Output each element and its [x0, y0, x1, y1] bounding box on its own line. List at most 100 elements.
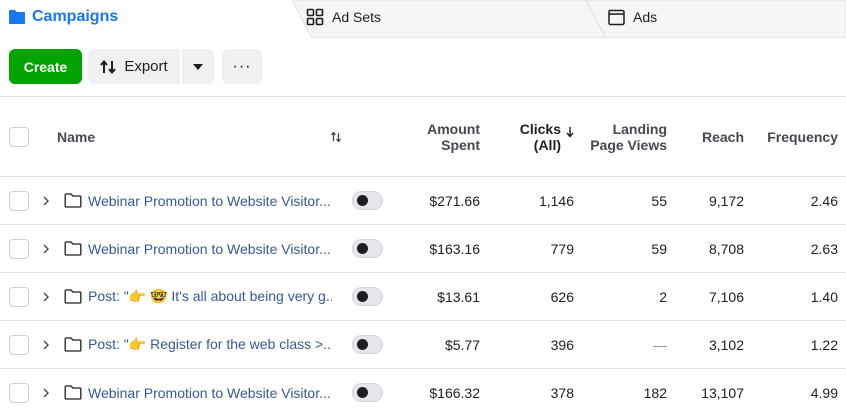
- more-icon: ···: [232, 57, 252, 75]
- clicks-value: 1,146: [538, 192, 574, 209]
- table-row[interactable]: Webinar Promotion to Website Visitor... …: [0, 225, 846, 273]
- row-checkbox[interactable]: [9, 382, 29, 403]
- export-button[interactable]: Export: [88, 49, 180, 84]
- tab-shapes: [0, 0, 846, 38]
- toggle-knob: [357, 387, 368, 398]
- tab-ad-sets[interactable]: Ad Sets: [306, 7, 381, 27]
- col-landing-page-views[interactable]: Landing Page Views: [570, 97, 667, 176]
- col-amount-spent-line2: Spent: [441, 136, 480, 153]
- export-label: Export: [124, 58, 168, 75]
- campaign-name-link[interactable]: Webinar Promotion to Website Visitor...: [88, 193, 331, 209]
- clicks-cell: 1,146: [480, 177, 574, 224]
- tab-ad-sets-label: Ad Sets: [332, 9, 382, 25]
- reach-value: 7,106: [708, 288, 744, 305]
- expand-chevron-icon[interactable]: [41, 273, 51, 320]
- tab-ads[interactable]: Ads: [608, 7, 657, 27]
- delivery-toggle[interactable]: [352, 287, 383, 306]
- table-row[interactable]: Webinar Promotion to Website Visitor... …: [0, 177, 846, 225]
- table-row[interactable]: Post: "👉 Register for the web class >...…: [0, 321, 846, 369]
- toggle-knob: [357, 339, 368, 350]
- campaign-name-link[interactable]: Webinar Promotion to Website Visitor...: [88, 241, 331, 257]
- amount-spent-value: $163.16: [429, 240, 480, 257]
- delivery-toggle[interactable]: [352, 383, 383, 402]
- row-checkbox[interactable]: [9, 238, 29, 259]
- campaign-folder-icon: [64, 321, 82, 368]
- amount-spent-cell: $166.32: [380, 369, 480, 410]
- frequency-cell: 1.40: [750, 273, 838, 320]
- campaign-name-link[interactable]: Post: "👉 🤓 It's all about being very g..…: [88, 288, 332, 305]
- sort-icon: [330, 130, 342, 143]
- landing-page-views-cell: 182: [570, 369, 667, 410]
- table-header: Name Amount Spent Clicks (All) Landing Page…: [0, 96, 846, 177]
- toggle-knob: [357, 243, 368, 254]
- frequency-value: 1.22: [810, 336, 838, 353]
- create-button[interactable]: Create: [9, 49, 82, 84]
- reach-cell: 8,708: [670, 225, 744, 272]
- expand-chevron-icon[interactable]: [41, 369, 51, 410]
- col-name[interactable]: Name: [57, 97, 95, 176]
- delivery-toggle-cell: [352, 369, 383, 410]
- col-clicks-line2: (All): [533, 136, 561, 153]
- table-row[interactable]: Webinar Promotion to Website Visitor... …: [0, 369, 846, 410]
- campaign-name-cell: Webinar Promotion to Website Visitor...: [88, 177, 331, 224]
- amount-spent-value: $166.32: [429, 384, 480, 401]
- level-tabs: Campaigns Ad Sets Ads: [0, 0, 846, 38]
- col-frequency[interactable]: Frequency: [750, 97, 838, 176]
- amount-spent-cell: $5.77: [380, 321, 480, 368]
- frequency-cell: 1.22: [750, 321, 838, 368]
- landing-page-views-value: 59: [651, 240, 667, 257]
- landing-page-views-cell: 2: [570, 273, 667, 320]
- campaign-name-link[interactable]: Post: "👉 Register for the web class >...: [88, 336, 332, 353]
- row-checkbox[interactable]: [9, 286, 29, 307]
- select-all-checkbox[interactable]: [9, 126, 29, 147]
- frequency-value: 1.40: [810, 288, 838, 305]
- row-select-cell: [9, 369, 29, 410]
- reach-cell: 9,172: [670, 177, 744, 224]
- expand-chevron-icon[interactable]: [41, 321, 51, 368]
- caret-down-icon: [193, 63, 203, 70]
- delivery-toggle[interactable]: [352, 191, 383, 210]
- amount-spent-value: $13.61: [437, 288, 480, 305]
- select-all-cell: [9, 97, 29, 176]
- col-lpv-line2: Page Views: [590, 136, 667, 153]
- col-reach[interactable]: Reach: [670, 97, 744, 176]
- expand-chevron-icon[interactable]: [41, 225, 51, 272]
- amount-spent-cell: $163.16: [380, 225, 480, 272]
- frequency-value: 2.46: [810, 192, 838, 209]
- amount-spent-value: $271.66: [429, 192, 480, 209]
- delivery-toggle[interactable]: [352, 239, 383, 258]
- amount-spent-cell: $271.66: [380, 177, 480, 224]
- row-select-cell: [9, 273, 29, 320]
- campaign-name-link[interactable]: Webinar Promotion to Website Visitor...: [88, 385, 331, 401]
- col-reach-label: Reach: [701, 128, 744, 145]
- folder-icon: [9, 10, 25, 24]
- delivery-toggle-cell: [352, 225, 383, 272]
- clicks-cell: 626: [480, 273, 574, 320]
- landing-page-views-cell: —: [570, 321, 667, 368]
- toolbar: Create Export ···: [9, 49, 262, 85]
- landing-page-views-value: —: [653, 336, 667, 353]
- campaign-name-cell: Post: "👉 Register for the web class >...: [88, 321, 332, 368]
- row-checkbox[interactable]: [9, 190, 29, 211]
- delivery-toggle[interactable]: [352, 335, 383, 354]
- table-row[interactable]: Post: "👉 🤓 It's all about being very g..…: [0, 273, 846, 321]
- more-options-button[interactable]: ···: [222, 49, 262, 84]
- row-select-cell: [9, 321, 29, 368]
- col-amount-spent[interactable]: Amount Spent: [380, 97, 480, 176]
- landing-page-views-value: 2: [659, 288, 667, 305]
- reach-value: 9,172: [708, 192, 744, 209]
- delivery-toggle-cell: [352, 177, 383, 224]
- col-clicks-line1: Clicks: [519, 120, 561, 137]
- col-name-sort[interactable]: [330, 97, 342, 176]
- frequency-value: 2.63: [810, 240, 838, 257]
- campaign-folder-icon: [64, 177, 82, 224]
- clicks-cell: 396: [480, 321, 574, 368]
- landing-page-views-value: 182: [643, 384, 667, 401]
- campaign-folder-icon: [64, 369, 82, 410]
- col-clicks[interactable]: Clicks (All): [480, 97, 575, 176]
- row-checkbox[interactable]: [9, 334, 29, 355]
- col-lpv-line1: Landing: [612, 120, 667, 137]
- tab-campaigns[interactable]: Campaigns: [8, 7, 118, 27]
- export-dropdown-button[interactable]: [182, 49, 214, 84]
- expand-chevron-icon[interactable]: [41, 177, 51, 224]
